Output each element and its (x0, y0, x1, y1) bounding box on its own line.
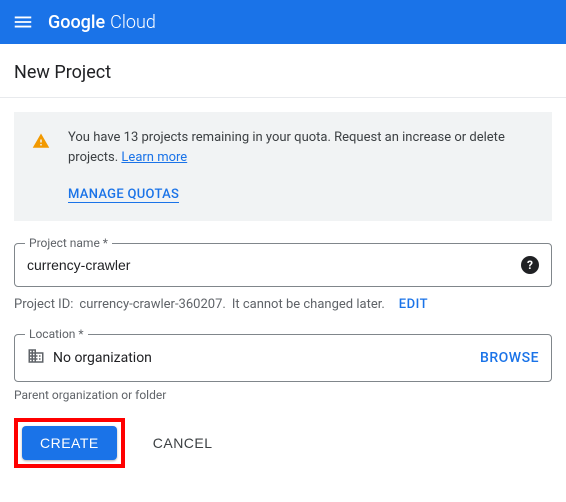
page-title-bar: New Project (0, 44, 566, 98)
create-button[interactable]: CREATE (22, 426, 117, 460)
create-button-highlight: CREATE (14, 418, 125, 468)
organization-icon (27, 347, 45, 369)
project-id-row: Project ID: currency-crawler-360207. It … (14, 297, 552, 312)
browse-location-link[interactable]: BROWSE (480, 350, 539, 366)
location-helper-text: Parent organization or folder (14, 388, 552, 402)
cancel-button[interactable]: CANCEL (135, 426, 231, 460)
edit-project-id-link[interactable]: EDIT (399, 297, 428, 312)
learn-more-link[interactable]: Learn more (121, 150, 187, 165)
quota-message: You have 13 projects remaining in your q… (68, 128, 536, 167)
project-name-field-group: Project name * ? (14, 243, 552, 287)
app-header: Google Cloud (0, 0, 566, 44)
project-name-input[interactable] (27, 257, 521, 273)
action-buttons: CREATE CANCEL (14, 418, 552, 468)
page-title: New Project (14, 62, 552, 83)
project-name-label: Project name * (25, 236, 112, 250)
hamburger-menu-icon[interactable] (12, 11, 34, 33)
project-id-value: currency-crawler-360207. (79, 297, 225, 312)
project-id-prefix: Project ID: (14, 297, 73, 312)
location-value: No organization (53, 350, 480, 366)
warning-icon (32, 132, 50, 203)
manage-quotas-link[interactable]: MANAGE QUOTAS (68, 187, 179, 203)
google-cloud-logo[interactable]: Google Cloud (48, 12, 156, 33)
location-label: Location * (25, 327, 88, 341)
project-id-note: It cannot be changed later. (232, 297, 385, 312)
help-icon[interactable]: ? (521, 256, 539, 274)
logo-text-google: Google (48, 12, 105, 33)
logo-text-cloud: Cloud (110, 12, 156, 33)
location-field-group: Location * No organization BROWSE Parent… (14, 334, 552, 402)
quota-notice: You have 13 projects remaining in your q… (14, 112, 552, 221)
